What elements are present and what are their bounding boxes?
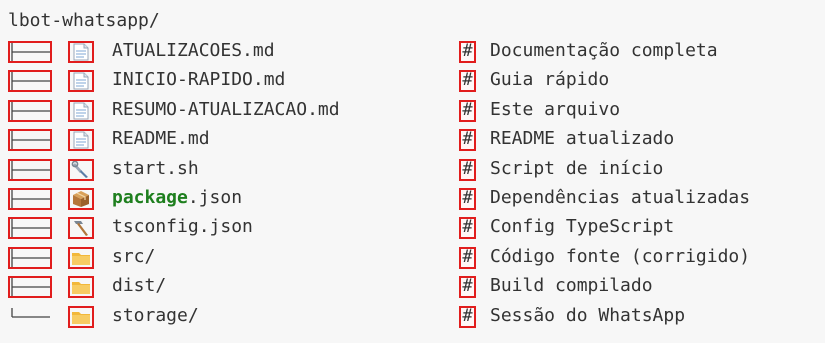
file-comment: Config TypeScript	[490, 216, 675, 238]
file-name[interactable]: src/	[112, 242, 155, 271]
file-comment: Guia rápido	[490, 69, 610, 91]
file-comment: Este arquivo	[490, 98, 621, 120]
folder-icon	[68, 276, 94, 299]
tree-row: ATUALIZACOES.md # Documentação completa	[8, 36, 825, 65]
comment-marker: #	[459, 41, 476, 63]
file-comment: Dependências atualizadas	[490, 186, 751, 208]
comment-marker: #	[459, 129, 476, 152]
tree-row: RESUMO-ATUALIZACAO.md # Este arquivo	[8, 95, 825, 124]
file-name[interactable]: tsconfig.json	[112, 212, 253, 241]
tree-row: src/ # Código fonte (corrigido)	[8, 242, 825, 271]
tree-branch-connector	[8, 129, 52, 152]
comment-marker: #	[459, 217, 476, 240]
file-name[interactable]: storage/	[112, 301, 199, 330]
file-comment: Documentação completa	[490, 40, 718, 61]
comment-marker: #	[459, 246, 476, 269]
tree-branch-connector	[8, 158, 52, 181]
file-comment: Build compilado	[490, 275, 653, 297]
tree-row: start.sh # Script de início	[8, 154, 825, 183]
package-icon	[68, 187, 94, 210]
tree-last-branch-connector	[8, 306, 52, 328]
document-icon	[68, 129, 94, 152]
file-name[interactable]: dist/	[112, 271, 166, 300]
file-name[interactable]: start.sh	[112, 154, 199, 183]
file-name-extension: .json	[187, 186, 243, 208]
comment-marker: #	[459, 276, 476, 299]
file-name[interactable]: INICIO-RAPIDO.md	[112, 65, 285, 94]
file-comment: Script de início	[490, 157, 664, 179]
document-icon	[68, 99, 94, 122]
comment-marker: #	[459, 187, 476, 210]
root-folder-name: lbot-whatsapp/	[8, 10, 160, 31]
tree-branch-connector	[8, 276, 52, 299]
comment-marker: #	[459, 158, 476, 181]
tree-row: dist/ # Build compilado	[8, 271, 825, 300]
file-name-highlight: package	[112, 186, 188, 208]
folder-icon	[68, 246, 94, 269]
tree-row: storage/ # Sessão do WhatsApp	[8, 301, 825, 330]
file-name[interactable]: RESUMO-ATUALIZACAO.md	[112, 95, 340, 124]
tree-branch-connector	[8, 41, 52, 63]
file-comment: Sessão do WhatsApp	[490, 304, 686, 326]
tree-rows: ATUALIZACOES.md # Documentação completa INI…	[8, 36, 825, 330]
tree-row: README.md # README atualizado	[8, 124, 825, 153]
wrench-icon	[68, 158, 94, 181]
comment-marker: #	[459, 99, 476, 122]
tree-branch-connector	[8, 99, 52, 122]
file-name[interactable]: package.json	[112, 183, 242, 212]
tree-branch-connector	[8, 246, 52, 269]
document-icon	[68, 70, 94, 93]
document-icon	[68, 41, 94, 63]
tree-branch-connector	[8, 187, 52, 210]
hammer-icon	[68, 217, 94, 240]
tree-branch-connector	[8, 70, 52, 93]
file-comment: README atualizado	[490, 128, 675, 150]
file-name[interactable]: README.md	[112, 124, 210, 153]
tree-row: package.json # Dependências atualizadas	[8, 183, 825, 212]
tree-row: INICIO-RAPIDO.md # Guia rápido	[8, 65, 825, 94]
tree-branch-connector	[8, 217, 52, 240]
comment-marker: #	[459, 70, 476, 93]
tree-row: tsconfig.json # Config TypeScript	[8, 212, 825, 241]
file-name[interactable]: ATUALIZACOES.md	[112, 36, 275, 65]
file-comment: Código fonte (corrigido)	[490, 245, 751, 267]
comment-marker: #	[459, 305, 476, 328]
folder-icon	[68, 305, 94, 328]
file-tree: lbot-whatsapp/ ATUALIZACOES.md # Documenta…	[0, 0, 825, 343]
